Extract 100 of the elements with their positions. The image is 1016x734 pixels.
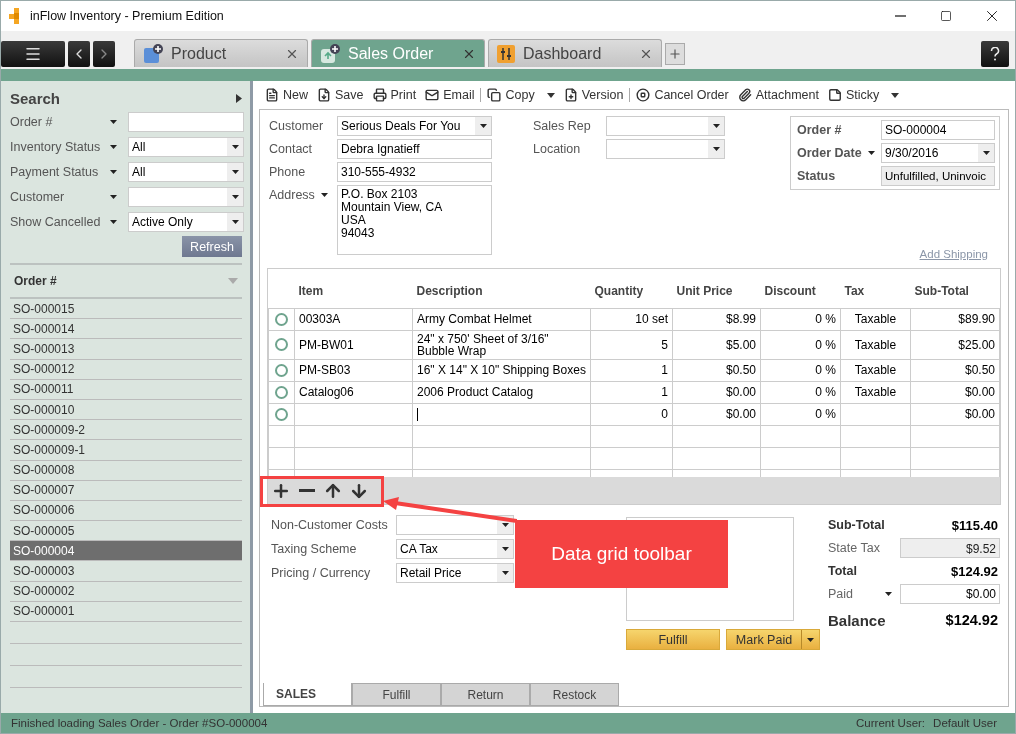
expand-icon[interactable] <box>236 93 242 103</box>
toolbar-button[interactable]: Email <box>425 88 475 102</box>
order-list-item[interactable]: SO-000001 <box>10 601 242 622</box>
dropdown-field[interactable]: All <box>128 136 244 157</box>
caret-icon[interactable] <box>110 169 117 174</box>
row-selector[interactable] <box>275 407 288 421</box>
order-list-item[interactable]: SO-000006 <box>10 500 242 522</box>
section-tab[interactable]: Return <box>441 683 530 706</box>
order-list-item[interactable]: SO-000009-1 <box>10 440 242 461</box>
table-cell: 5 <box>590 330 673 359</box>
help-button[interactable] <box>981 41 1009 67</box>
back-button[interactable] <box>68 41 90 67</box>
caret-icon[interactable] <box>320 193 328 197</box>
stop-circle-icon <box>636 88 651 102</box>
order-list-item[interactable]: SO-000007 <box>10 480 242 501</box>
caret-icon[interactable] <box>110 219 117 224</box>
total-label: Paid <box>828 587 854 601</box>
action-button[interactable]: Fulfill <box>626 629 720 650</box>
caret-icon <box>231 194 239 199</box>
table-cell: $5.00 <box>672 330 761 359</box>
order-list-item[interactable]: SO-000008 <box>10 460 242 481</box>
field-label: Order Date <box>797 146 862 160</box>
toolbar-button[interactable]: Save <box>317 88 364 102</box>
note-icon <box>827 88 842 102</box>
row-selector[interactable] <box>275 385 288 399</box>
search-field[interactable] <box>128 111 244 132</box>
dropdown-field[interactable]: All <box>128 161 244 182</box>
address-field[interactable]: P.O. Box 2103 Mountain View, CA USA 94043 <box>337 185 492 255</box>
order-list-item[interactable]: SO-000010 <box>10 399 242 421</box>
dropdown-field[interactable] <box>396 515 514 535</box>
toolbar-button[interactable]: Sticky <box>827 88 900 102</box>
dropdown-field[interactable]: Active Only <box>128 211 244 232</box>
row-selector[interactable] <box>275 312 288 326</box>
action-button[interactable]: Mark Paid <box>726 629 820 650</box>
table-cell: 16" X 14" X 10" Shipping Boxes <box>412 359 591 381</box>
caret-icon[interactable] <box>110 119 117 124</box>
caret-icon[interactable] <box>867 151 875 155</box>
dropdown-field[interactable]: Retail Price <box>396 563 514 583</box>
date-field[interactable]: 9/30/2016 <box>881 143 995 163</box>
filter-label: Order # <box>10 114 54 129</box>
field-label: Address <box>269 188 315 202</box>
order-list-item[interactable]: SO-000015 <box>10 299 242 320</box>
column-header[interactable]: Order # <box>14 274 57 288</box>
status-field[interactable]: Unfulfilled, Uninvoic <box>881 166 995 186</box>
email-icon <box>425 88 440 102</box>
text-field[interactable]: Debra Ignatieff <box>337 139 492 159</box>
column-header[interactable]: Tax <box>840 275 911 308</box>
document-tab[interactable]: Dashboard <box>488 39 662 67</box>
dropdown-field[interactable] <box>606 139 725 159</box>
field-label: Order # <box>797 123 842 137</box>
document-tab[interactable]: Product <box>134 39 308 67</box>
column-header[interactable]: Item <box>294 275 413 308</box>
filter-label: Inventory Status <box>10 139 102 154</box>
order-list-item[interactable]: SO-000014 <box>10 319 242 340</box>
table-cell: 0 % <box>760 381 841 403</box>
user-label: Current User: <box>856 717 926 729</box>
field-label: Phone <box>269 165 306 179</box>
section-tab[interactable]: SALES <box>263 683 352 706</box>
column-header[interactable]: Discount <box>760 275 841 308</box>
forward-button[interactable] <box>93 41 115 67</box>
save-icon <box>317 88 331 102</box>
toolbar-button[interactable]: Print <box>372 88 417 102</box>
dropdown-field[interactable]: Serious Deals For You <box>337 116 492 136</box>
column-header[interactable]: Description <box>412 275 591 308</box>
toolbar-button[interactable]: Cancel Order <box>636 88 729 102</box>
text-field[interactable]: SO-000004 <box>881 120 995 140</box>
column-header[interactable]: Quantity <box>590 275 673 308</box>
dropdown-field[interactable] <box>606 116 725 136</box>
column-header[interactable]: Sub-Total <box>910 275 1000 308</box>
caret-icon[interactable] <box>885 592 892 596</box>
toolbar-button[interactable]: New <box>265 88 308 102</box>
order-list-item[interactable]: SO-000009-2 <box>10 420 242 441</box>
order-list-item[interactable]: SO-000002 <box>10 581 242 602</box>
caret-icon[interactable] <box>110 144 117 149</box>
row-selector[interactable] <box>275 338 288 352</box>
minus-icon <box>299 489 315 492</box>
toolbar-button[interactable]: Copy <box>487 88 555 102</box>
order-list-item[interactable]: SO-000003 <box>10 561 242 582</box>
text-field[interactable]: 310-555-4932 <box>337 162 492 182</box>
toolbar-button[interactable]: Version <box>563 88 624 102</box>
minimize-icon <box>894 15 906 17</box>
menu-button[interactable] <box>1 41 65 67</box>
column-header[interactable]: Unit Price <box>672 275 761 308</box>
order-list-item[interactable]: SO-000004 <box>10 541 242 562</box>
total-label: State Tax <box>828 541 880 555</box>
paid-field[interactable]: $0.00 <box>900 584 1000 604</box>
order-list-item[interactable]: SO-000013 <box>10 339 242 360</box>
row-selector[interactable] <box>275 363 288 377</box>
dropdown-field[interactable]: CA Tax <box>396 539 514 559</box>
section-tab[interactable]: Restock <box>530 683 619 706</box>
refresh-button[interactable]: Refresh <box>182 236 242 257</box>
caret-icon[interactable] <box>110 194 117 199</box>
order-list-item[interactable]: SO-000011 <box>10 379 242 400</box>
dropdown-field[interactable] <box>128 186 244 207</box>
section-tab[interactable]: Fulfill <box>352 683 441 706</box>
field-label: Location <box>533 142 581 156</box>
caret-icon <box>231 144 239 149</box>
filter-label: Show Cancelled <box>10 214 102 229</box>
order-list-item[interactable]: SO-000012 <box>10 359 242 380</box>
toolbar-button[interactable]: Attachment <box>737 88 819 102</box>
